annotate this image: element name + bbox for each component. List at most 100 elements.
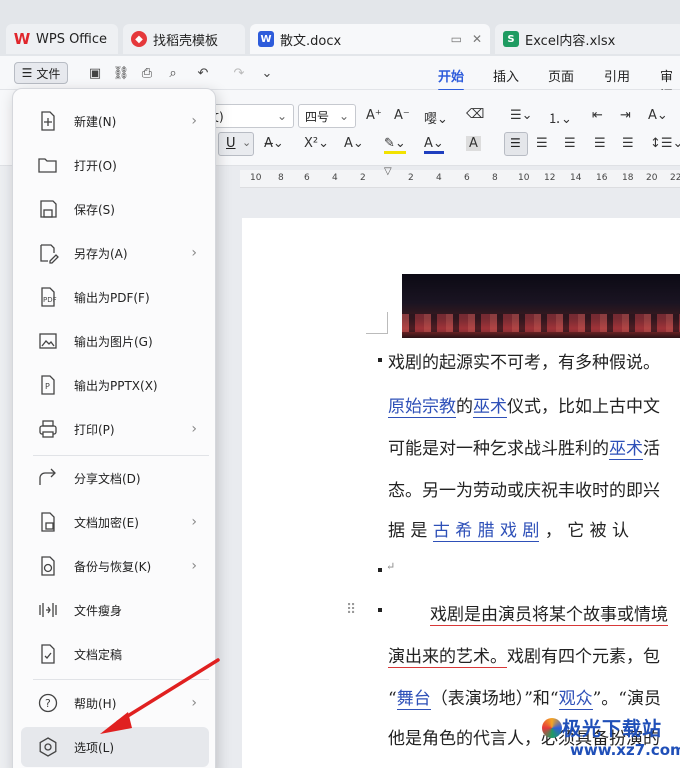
ruler-tick: 6 [304,173,310,183]
menu-item-label: 备份与恢复(K) [74,559,152,574]
menu-item-help[interactable]: ? 帮助(H) › [21,683,209,723]
font-color-icon[interactable]: A⌄ [424,136,444,154]
file-menu-button[interactable]: ☰ 文件 [14,62,68,84]
tab-label: WPS Office [36,31,108,47]
char-shading-icon[interactable]: A [466,136,481,151]
align-right-icon[interactable]: ☰ [564,136,576,151]
horizontal-ruler[interactable]: 10 8 6 4 2 2 4 6 8 10 12 14 16 18 20 22 … [240,166,680,188]
hyperlink-text[interactable]: 原始宗教 [388,397,456,418]
menu-item-export-pdf[interactable]: PDF 输出为PDF(F) [21,277,209,317]
redo-icon[interactable]: ↷ [230,64,248,82]
slim-file-icon [39,603,57,617]
menu-item-label: 文档加密(E) [74,515,139,530]
menu-item-label: 文件瘦身 [74,603,123,618]
align-left-button[interactable]: ☰ [504,132,528,156]
distribute-icon[interactable]: ☰ [622,136,634,151]
ribbon-tab-page[interactable]: 页面 [548,66,574,85]
margin-corner-mark [366,312,388,334]
ribbon-tab-home[interactable]: 开始 [438,66,465,91]
undo-icon[interactable]: ↶ [194,64,212,82]
highlight-icon[interactable]: ✎⌄ [384,136,406,154]
justify-icon[interactable]: ☰ [594,136,606,151]
doc-text: 活 [643,439,660,459]
tab-excel[interactable]: S Excel内容.xlsx [495,24,680,54]
link-icon[interactable]: ⛓ [112,64,130,82]
underline-icon: U [226,136,236,151]
finalize-icon [41,644,55,664]
file-menu-panel: 新建(N) › 打开(O) 保存(S) 另存为(A) › PDF 输出为PDF(… [12,88,216,768]
chevron-right-icon: › [191,695,197,711]
doc-text: 演出来的艺术。 [388,647,507,668]
word-doc-icon: W [258,31,274,47]
superscript-icon[interactable]: X²⌄ [304,136,329,151]
hyperlink-text[interactable]: 巫术 [473,397,507,418]
doc-text: ， 它 被 认 [539,521,630,541]
chevron-down-icon: ⌄ [242,136,252,149]
ruler-tick: 8 [492,173,498,183]
tab-docer-templates[interactable]: ◆ 找稻壳模板 [123,24,245,54]
align-left-icon: ☰ [510,136,521,150]
tab-label: 散文.docx [280,33,342,49]
phonetic-icon[interactable]: 嘤⌄ [424,108,448,127]
ribbon-tab-insert[interactable]: 插入 [493,66,519,85]
help-icon: ? [38,693,58,713]
hyperlink-text[interactable]: 古 希 腊 戏 剧 [432,521,540,542]
menu-item-options[interactable]: 选项(L) [21,727,209,767]
tab-document[interactable]: W 散文.docx ▭ ✕ [250,24,490,54]
bullet-list-icon[interactable]: ☰⌄ [510,108,533,123]
menu-item-finalize[interactable]: 文档定稿 [21,634,209,674]
doc-text: 据 是 [388,521,433,541]
save-icon[interactable]: ▣ [86,64,104,82]
menu-item-new[interactable]: 新建(N) › [21,101,209,141]
doc-text: （表演场地）”和“ [430,689,559,709]
font-shrink-icon[interactable]: A⁻ [394,108,410,123]
indent-icon[interactable]: ⇥ [620,108,631,123]
menu-item-label: 输出为PDF(F) [74,290,150,305]
doc-text: ”。“演员 [592,689,661,709]
doc-text: 可能是对一种乞求战斗胜利的 [388,439,609,459]
menu-item-save-as[interactable]: 另存为(A) › [21,233,209,273]
menu-item-open[interactable]: 打开(O) [21,145,209,185]
document-image[interactable] [402,274,680,338]
outdent-icon[interactable]: ⇤ [592,108,603,123]
menu-item-print[interactable]: 打印(P) › [21,409,209,449]
chevron-right-icon: › [191,421,197,437]
menu-item-export-pptx[interactable]: P 输出为PPTX(X) [21,365,209,405]
print-icon[interactable]: ⎙ [138,64,156,82]
ruler-tick: 22 [670,173,680,183]
text-direction-icon[interactable]: A⌄ [648,108,668,123]
line-spacing-icon[interactable]: ↕☰⌄ [650,136,680,151]
menu-item-share[interactable]: 分享文档(D) [21,458,209,498]
ruler-tick: 4 [332,173,338,183]
chevron-right-icon: › [191,558,197,574]
text-effect-icon[interactable]: A⌄ [344,136,364,151]
ribbon-tab-references[interactable]: 引用 [604,66,630,85]
align-center-icon[interactable]: ☰ [536,136,548,151]
chevron-down-icon[interactable]: ⌄ [258,64,276,82]
menu-item-encrypt[interactable]: 文档加密(E) › [21,502,209,542]
file-menu-label: 文件 [36,66,61,81]
font-grow-icon[interactable]: A⁺ [366,108,382,123]
numbered-list-icon[interactable]: ⒈⌄ [548,108,572,127]
underline-button[interactable]: U ⌄ [218,132,254,156]
ruler-tick: 8 [278,173,284,183]
clear-format-icon[interactable]: ⌫ [466,107,484,122]
menu-item-backup[interactable]: 备份与恢复(K) › [21,546,209,586]
close-tab-icon[interactable]: ✕ [472,32,482,46]
indent-marker-icon[interactable]: ▽ [384,166,392,177]
menu-item-slim-file[interactable]: 文件瘦身 [21,590,209,630]
hyperlink-text[interactable]: 舞台 [396,689,431,710]
tab-wps-office[interactable]: W WPS Office [6,24,118,54]
strikethrough-icon[interactable]: A̶⌄ [264,136,284,151]
menu-separator [33,679,209,680]
site-watermark: 极光下载站 www.xz7.com [540,712,680,768]
font-size-select[interactable]: 四号 ⌄ [298,104,356,128]
hyperlink-text[interactable]: 巫术 [609,439,643,460]
hyperlink-text[interactable]: 观众 [558,689,593,710]
menu-item-label: 新建(N) [74,114,117,129]
print-preview-icon[interactable]: ⌕ [164,64,182,82]
menu-separator [33,455,209,456]
menu-item-save[interactable]: 保存(S) [21,189,209,229]
window-mode-icon[interactable]: ▭ [451,32,462,46]
menu-item-export-image[interactable]: 输出为图片(G) [21,321,209,361]
